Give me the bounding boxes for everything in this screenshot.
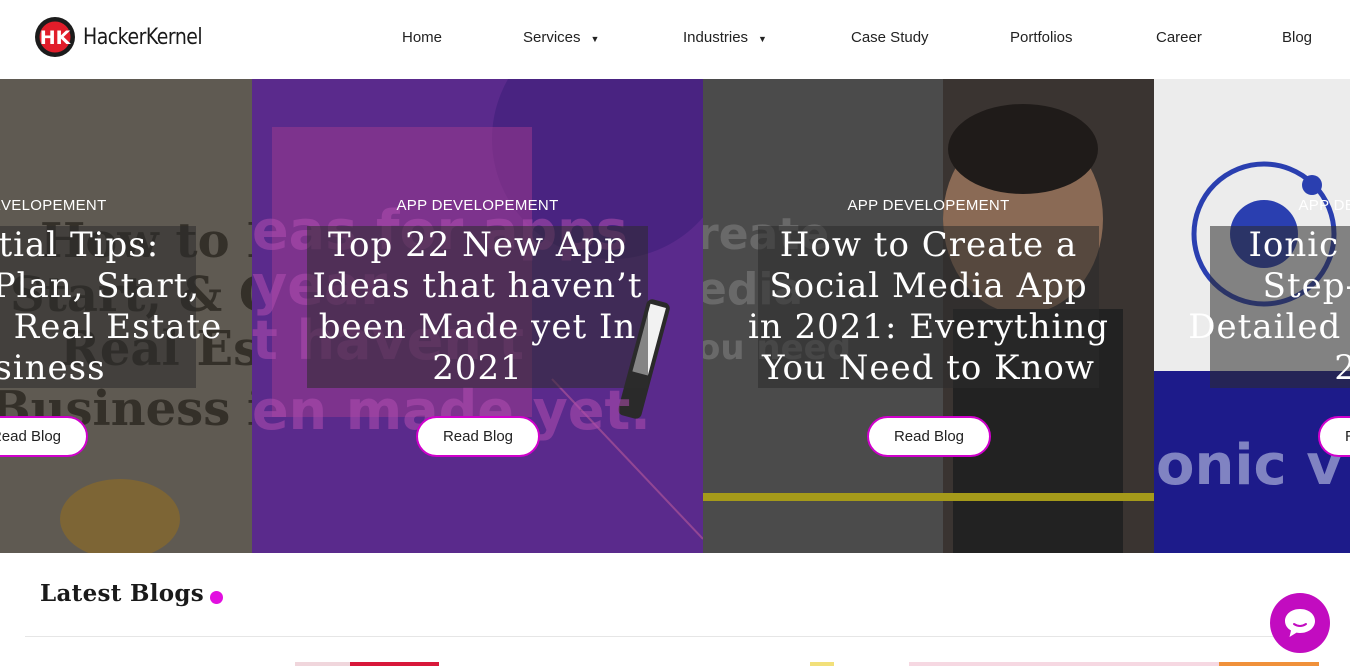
hackerkernel-logo-icon: HK — [35, 17, 75, 57]
slide-title: How to Create a Social Media App in 2021… — [703, 225, 1154, 389]
blog-card-thumbnail[interactable] — [810, 662, 834, 666]
slide-title-line: been Made yet In — [318, 307, 637, 347]
slide-title: Top 22 New App Ideas that haven’t been M… — [252, 225, 703, 389]
carousel-slide: How to F Start, & G Real Est Business in… — [0, 79, 252, 553]
slide-title-line: Step-by-Step — [1262, 266, 1350, 306]
accent-dot-icon — [210, 591, 224, 604]
slide-title-line: Top 22 New App — [327, 225, 627, 265]
slide-title-line: 2021 — [1334, 348, 1350, 388]
slide-title-line: How to Plan, Start, — [0, 266, 201, 306]
latest-blogs-heading: Latest Blogs — [40, 580, 205, 607]
site-header: HK HackerKernel Home Services ▼ Industrie… — [0, 0, 1350, 79]
slide-title-line: Ideas that haven’t — [312, 266, 643, 306]
slide-title-line: Essential Tips: — [0, 225, 160, 265]
section-divider — [25, 636, 1325, 637]
nav-home[interactable]: Home — [402, 29, 442, 46]
nav-case-study[interactable]: Case Study — [851, 29, 929, 46]
nav-home-label: Home — [402, 29, 443, 46]
brand-name: HackerKernel — [83, 24, 203, 50]
slide-category: APP DEVELOPEMENT — [0, 197, 107, 214]
nav-blog-label: Blog — [1282, 29, 1313, 46]
slide-title: Essential Tips: How to Plan, Start, & Gr… — [0, 225, 251, 389]
blog-card-thumbnail[interactable] — [350, 662, 439, 666]
slide-title-line: Detailed Comparison — [1188, 307, 1350, 347]
nav-career[interactable]: Career — [1156, 29, 1202, 46]
caret-down-icon: ▼ — [758, 33, 767, 44]
nav-portfolios-label: Portfolios — [1010, 29, 1073, 46]
blog-carousel[interactable]: How to F Start, & G Real Est Business in… — [0, 79, 1350, 553]
caret-down-icon: ▼ — [590, 33, 600, 44]
slide-title-line: Ionic Vs React — [1248, 225, 1350, 265]
slide-title: Ionic Vs React Step-by-Step Detailed Com… — [1154, 225, 1350, 389]
latest-blogs-heading-row: Latest Blogs — [40, 580, 224, 607]
slide-category: APP DEVELOPEMENT — [847, 197, 1010, 214]
blog-card-thumbnail[interactable] — [295, 662, 350, 666]
slide-title-line: in 2021: Everything — [747, 307, 1110, 347]
carousel-slide: onic v APP DEVELOPEMENT Ionic Vs React S… — [1154, 79, 1350, 553]
chat-widget-button[interactable] — [1270, 593, 1330, 653]
nav-services-label: Services — [523, 29, 581, 46]
nav-industries-label: Industries — [683, 29, 749, 46]
nav-case-study-label: Case Study — [851, 29, 929, 46]
slide-title-line: How to Create a — [779, 225, 1078, 265]
blog-card-thumbnail[interactable] — [1219, 662, 1319, 666]
read-blog-button[interactable]: Read Blog — [1318, 416, 1350, 457]
carousel-slide: reate edia ou need APP DEVELOPEMENT How … — [703, 79, 1154, 553]
slide-title-line: You Need to Know — [761, 348, 1096, 388]
slide-title-line: Social Media App — [769, 266, 1088, 306]
nav-blog[interactable]: Blog — [1282, 29, 1312, 46]
slide-category: APP DEVELOPEMENT — [1298, 197, 1350, 214]
blog-card-thumbnail[interactable] — [909, 662, 1219, 666]
nav-services[interactable]: Services ▼ — [523, 29, 599, 46]
nav-portfolios[interactable]: Portfolios — [1010, 29, 1073, 46]
logo-initials: HK — [40, 27, 72, 49]
read-blog-button[interactable]: Read Blog — [416, 416, 540, 457]
read-blog-button[interactable]: Read Blog — [867, 416, 991, 457]
slide-title-line: Business — [0, 348, 106, 388]
chat-bubble-icon — [1285, 609, 1315, 637]
slide-title-line: & Grow a Real Estate — [0, 307, 223, 347]
nav-career-label: Career — [1156, 29, 1202, 46]
read-blog-button[interactable]: Read Blog — [0, 416, 88, 457]
brand-logo[interactable]: HK HackerKernel — [34, 16, 222, 58]
slide-title-line: 2021 — [432, 348, 523, 388]
slide-category: APP DEVELOPEMENT — [396, 197, 559, 214]
nav-industries[interactable]: Industries ▼ — [683, 29, 767, 46]
carousel-slide: eas for apps year t haven't en made yet.… — [252, 79, 703, 553]
